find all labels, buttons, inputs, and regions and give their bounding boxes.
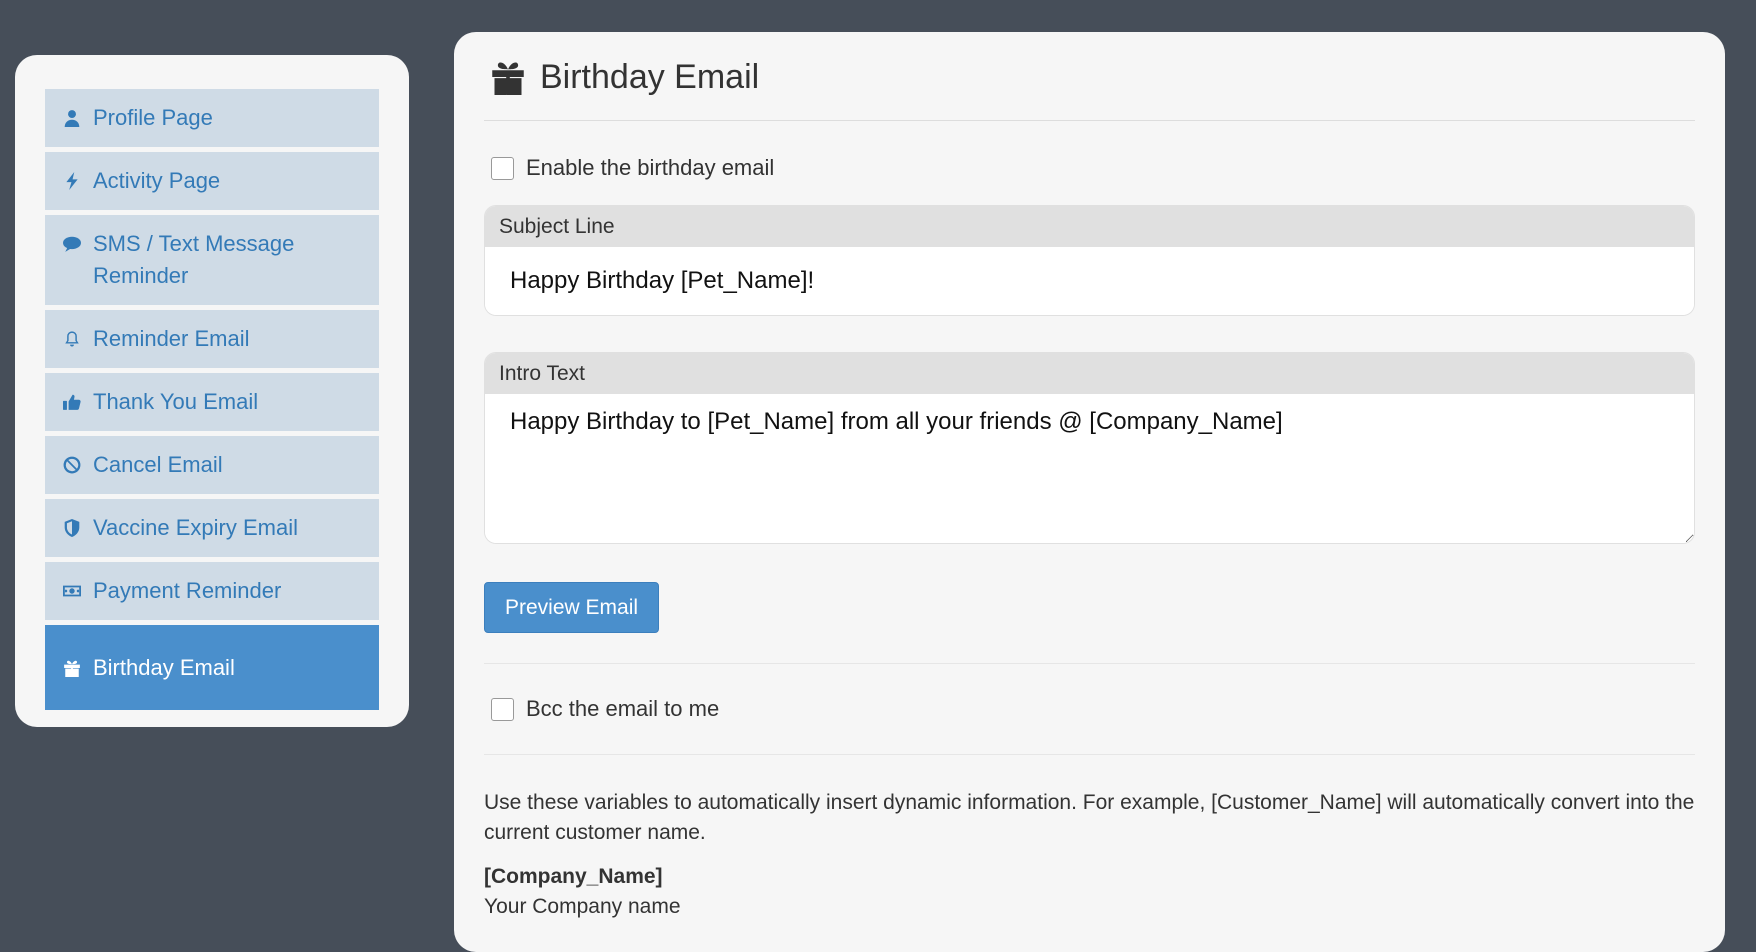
- subject-line-label: Subject Line: [485, 206, 1694, 247]
- panel-header: Birthday Email: [484, 32, 1695, 121]
- sidebar-item-thank-you-email[interactable]: Thank You Email: [45, 373, 379, 431]
- sidebar-item-label: Vaccine Expiry Email: [93, 515, 298, 540]
- ban-icon: [61, 449, 83, 481]
- sidebar-item-profile-page[interactable]: Profile Page: [45, 89, 379, 147]
- enable-birthday-email-checkbox[interactable]: [491, 156, 514, 180]
- settings-sidebar: Profile Page Activity Page SMS / Text Me…: [15, 55, 409, 727]
- intro-text-field: Intro Text Happy Birthday to [Pet_Name] …: [484, 352, 1695, 544]
- sidebar-item-label: Reminder Email: [93, 326, 250, 351]
- intro-text-label: Intro Text: [485, 353, 1694, 394]
- sidebar-item-cancel-email[interactable]: Cancel Email: [45, 436, 379, 494]
- intro-text-textarea[interactable]: Happy Birthday to [Pet_Name] from all yo…: [485, 394, 1694, 543]
- enable-birthday-email-label[interactable]: Enable the birthday email: [526, 155, 774, 181]
- divider: [484, 754, 1695, 755]
- page-title: Birthday Email: [540, 57, 760, 96]
- bcc-row: Bcc the email to me: [484, 694, 1695, 724]
- sidebar-item-label: Profile Page: [93, 105, 213, 130]
- sidebar-item-label: Cancel Email: [93, 452, 223, 477]
- sidebar-item-reminder-email[interactable]: Reminder Email: [45, 310, 379, 368]
- user-icon: [61, 102, 83, 134]
- sidebar-item-vaccine-expiry-email[interactable]: Vaccine Expiry Email: [45, 499, 379, 557]
- bcc-label[interactable]: Bcc the email to me: [526, 696, 719, 722]
- bell-icon: [61, 323, 83, 355]
- divider: [484, 663, 1695, 664]
- variable-description: Your Company name: [484, 895, 681, 918]
- subject-line-input[interactable]: [485, 247, 1694, 315]
- subject-line-field: Subject Line: [484, 205, 1695, 316]
- gift-icon: [490, 59, 526, 95]
- bolt-icon: [61, 165, 83, 197]
- sidebar-item-label: Activity Page: [93, 168, 221, 193]
- birthday-email-panel: Birthday Email Enable the birthday email…: [454, 32, 1725, 952]
- bcc-checkbox[interactable]: [491, 697, 514, 721]
- thumbs-up-icon: [61, 386, 83, 418]
- sidebar-item-label: Thank You Email: [93, 389, 259, 414]
- sidebar-item-birthday-email[interactable]: Birthday Email: [45, 625, 379, 710]
- sidebar-item-label: SMS / Text Message Reminder: [93, 231, 295, 288]
- sidebar-item-payment-reminder[interactable]: Payment Reminder: [45, 562, 379, 620]
- sidebar-item-label: Payment Reminder: [93, 578, 282, 603]
- sidebar-item-label: Birthday Email: [93, 654, 235, 680]
- sidebar-item-activity-page[interactable]: Activity Page: [45, 152, 379, 210]
- gift-icon: [61, 652, 83, 684]
- sidebar-item-sms-reminder[interactable]: SMS / Text Message Reminder: [45, 215, 379, 305]
- variables-help-text: Use these variables to automatically ins…: [484, 791, 1695, 844]
- shield-icon: [61, 512, 83, 544]
- preview-email-button[interactable]: Preview Email: [484, 582, 660, 633]
- money-icon: [61, 575, 83, 607]
- comment-icon: [61, 228, 83, 260]
- variable-name: [Company_Name]: [484, 865, 663, 888]
- enable-birthday-email-row: Enable the birthday email: [484, 153, 1695, 183]
